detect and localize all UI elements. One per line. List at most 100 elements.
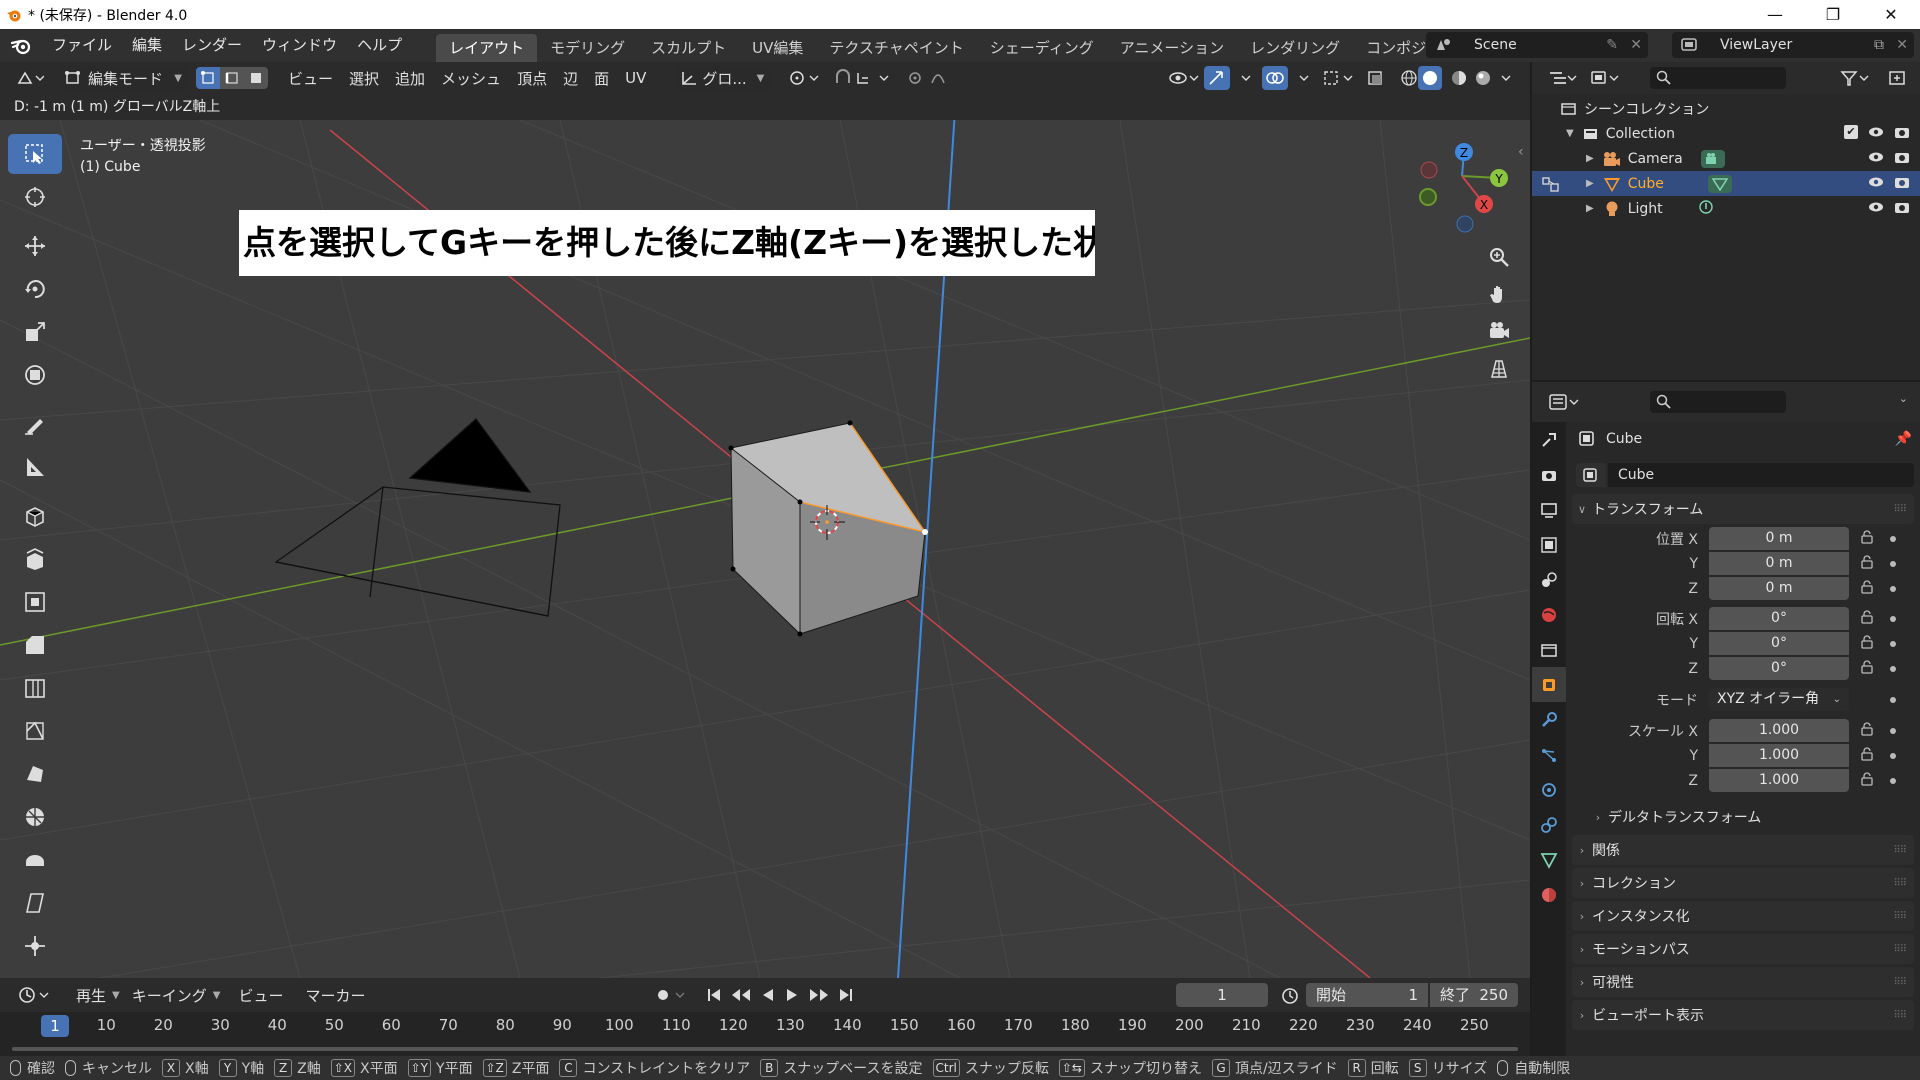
cube-vertex[interactable] (730, 566, 736, 572)
collection-row[interactable]: ▼ Collection ✔ (1532, 121, 1920, 146)
scale-z-field[interactable]: 1.000 (1709, 769, 1849, 792)
tab-physics[interactable] (1532, 772, 1566, 807)
keyframe-dot-icon[interactable] (1890, 640, 1896, 647)
lock-icon[interactable] (1860, 579, 1876, 598)
menu-vertex[interactable]: 頂点 (511, 66, 553, 90)
pin-icon[interactable]: ✎ (1606, 37, 1618, 53)
extrude-tool[interactable] (8, 539, 62, 579)
timeline-editor-icon[interactable] (12, 983, 58, 1007)
tab-constraints[interactable] (1532, 807, 1566, 842)
eye-icon[interactable] (1868, 150, 1884, 168)
lock-icon[interactable] (1860, 746, 1876, 765)
menu-edit[interactable]: 編集 (122, 29, 172, 62)
drag-handle-icon[interactable]: ⠿⠿ (1893, 845, 1907, 856)
rotate-tool[interactable] (8, 269, 62, 309)
datablock-browse-icon[interactable] (1576, 462, 1606, 487)
transform-tool[interactable] (8, 355, 62, 395)
outliner-editor-icon[interactable] (1542, 66, 1584, 90)
end-frame-field[interactable]: 終了 250 (1430, 983, 1518, 1007)
shear-tool[interactable] (8, 883, 62, 923)
keyframe-dot-icon[interactable] (1890, 585, 1896, 592)
camera-render-icon[interactable] (1894, 150, 1910, 168)
overlays-dropdown-icon[interactable] (1292, 66, 1318, 90)
scrollbar-thumb[interactable] (12, 1047, 1518, 1051)
maximize-button[interactable]: ❐ (1804, 0, 1862, 29)
relations-panel-header[interactable]: › 関係 ⠿⠿ (1572, 835, 1914, 865)
knife-tool[interactable] (8, 711, 62, 751)
expand-arrow-icon[interactable]: ▶ (1586, 203, 1594, 214)
overlays-icon[interactable] (1262, 66, 1288, 90)
menu-mesh[interactable]: メッシュ (435, 66, 507, 90)
tab-material[interactable] (1532, 877, 1566, 912)
zoom-icon[interactable] (1482, 240, 1516, 274)
pan-hand-icon[interactable] (1482, 277, 1516, 311)
tab-rendering[interactable]: レンダリング (1237, 34, 1353, 62)
keyframe-dot-icon[interactable] (1890, 535, 1896, 542)
menu-face[interactable]: 面 (588, 66, 615, 90)
smooth-tool[interactable] (8, 840, 62, 880)
rotation-x-field[interactable]: 0° (1709, 607, 1849, 630)
minimize-button[interactable]: — (1746, 0, 1804, 29)
menu-file[interactable]: ファイル (42, 29, 122, 62)
drag-handle-icon[interactable]: ⠿⠿ (1893, 911, 1907, 922)
pivot-point-icon[interactable] (782, 66, 828, 90)
menu-select[interactable]: 選択 (343, 66, 385, 90)
menu-render[interactable]: レンダー (172, 29, 252, 62)
tab-world[interactable] (1532, 597, 1566, 632)
next-keyframe-icon[interactable] (802, 983, 836, 1007)
selected-vertex[interactable] (922, 529, 928, 535)
scale-y-field[interactable]: 1.000 (1709, 744, 1849, 767)
blender-logo-icon[interactable] (8, 33, 34, 59)
properties-search-input[interactable] (1650, 391, 1786, 413)
keyframe-dot-icon[interactable] (1890, 560, 1896, 567)
tab-animation[interactable]: アニメーション (1107, 34, 1237, 62)
expand-arrow-icon[interactable]: ▶ (1586, 178, 1594, 189)
tab-output[interactable] (1532, 492, 1566, 527)
cursor-tool[interactable] (8, 177, 62, 217)
outliner-item-light[interactable]: ▶ Light (1532, 196, 1920, 221)
new-view-layer-icon[interactable]: ⧉ (1874, 37, 1884, 53)
viewport-display-panel-header[interactable]: › ビューポート表示 ⠿⠿ (1572, 1000, 1914, 1030)
collections-panel-header[interactable]: › コレクション ⠿⠿ (1572, 868, 1914, 898)
keyframe-dot-icon[interactable] (1890, 696, 1896, 703)
pin-icon[interactable]: 📌 (1895, 431, 1912, 447)
xray-toggle-icon[interactable] (1360, 66, 1392, 90)
vertex-select-button[interactable] (196, 67, 220, 89)
remove-view-layer-icon[interactable]: ✕ (1896, 37, 1908, 53)
cube-vertex[interactable] (797, 631, 803, 637)
tab-uv-editing[interactable]: UV編集 (739, 34, 816, 62)
cube-vertex[interactable] (847, 420, 853, 426)
keyframe-dot-icon[interactable] (1890, 777, 1896, 784)
location-y-field[interactable]: 0 m (1709, 552, 1849, 575)
current-frame-marker[interactable]: 1 (41, 1015, 69, 1037)
lock-icon[interactable] (1860, 634, 1876, 653)
eye-icon[interactable] (1868, 125, 1884, 143)
lock-icon[interactable] (1860, 609, 1876, 628)
gizmo-dropdown-icon[interactable] (1234, 66, 1260, 90)
datablock-name-field[interactable]: Cube (1608, 462, 1914, 487)
menu-edge[interactable]: 辺 (557, 66, 584, 90)
measure-tool[interactable] (8, 447, 62, 487)
expand-arrow-icon[interactable]: ▶ (1586, 153, 1594, 164)
lock-icon[interactable] (1860, 554, 1876, 573)
orientation-dropdown[interactable]: グロ... ▼ (674, 66, 771, 90)
3d-viewport[interactable]: Z Y X ‹ ユーザー・透視投影 (1) Cube 点を選択してGキーを押した… (0, 120, 1530, 978)
tab-render[interactable] (1532, 457, 1566, 492)
drag-handle-icon[interactable]: ⠿⠿ (1893, 977, 1907, 988)
jump-end-icon[interactable] (832, 983, 860, 1007)
face-select-button[interactable] (244, 67, 268, 89)
options-dropdown-icon[interactable]: ⌄ (1899, 392, 1908, 405)
camera-data-icon[interactable] (1700, 149, 1725, 168)
menu-playback[interactable]: 再生 ▼ (70, 983, 126, 1007)
current-frame-field[interactable]: 1 (1176, 983, 1268, 1007)
transform-panel-header[interactable]: ∨ トランスフォーム ⠿⠿ (1572, 494, 1914, 524)
cube-vertex[interactable] (728, 445, 734, 451)
eye-icon[interactable] (1868, 175, 1884, 193)
cube-vertex[interactable] (797, 499, 803, 505)
move-tool[interactable] (8, 226, 62, 266)
timer-icon[interactable] (1274, 983, 1306, 1007)
shrink-fatten-tool[interactable] (8, 926, 62, 966)
snap-icon[interactable] (828, 66, 900, 90)
poly-build-tool[interactable] (8, 754, 62, 794)
display-mode-icon[interactable] (1584, 66, 1626, 90)
